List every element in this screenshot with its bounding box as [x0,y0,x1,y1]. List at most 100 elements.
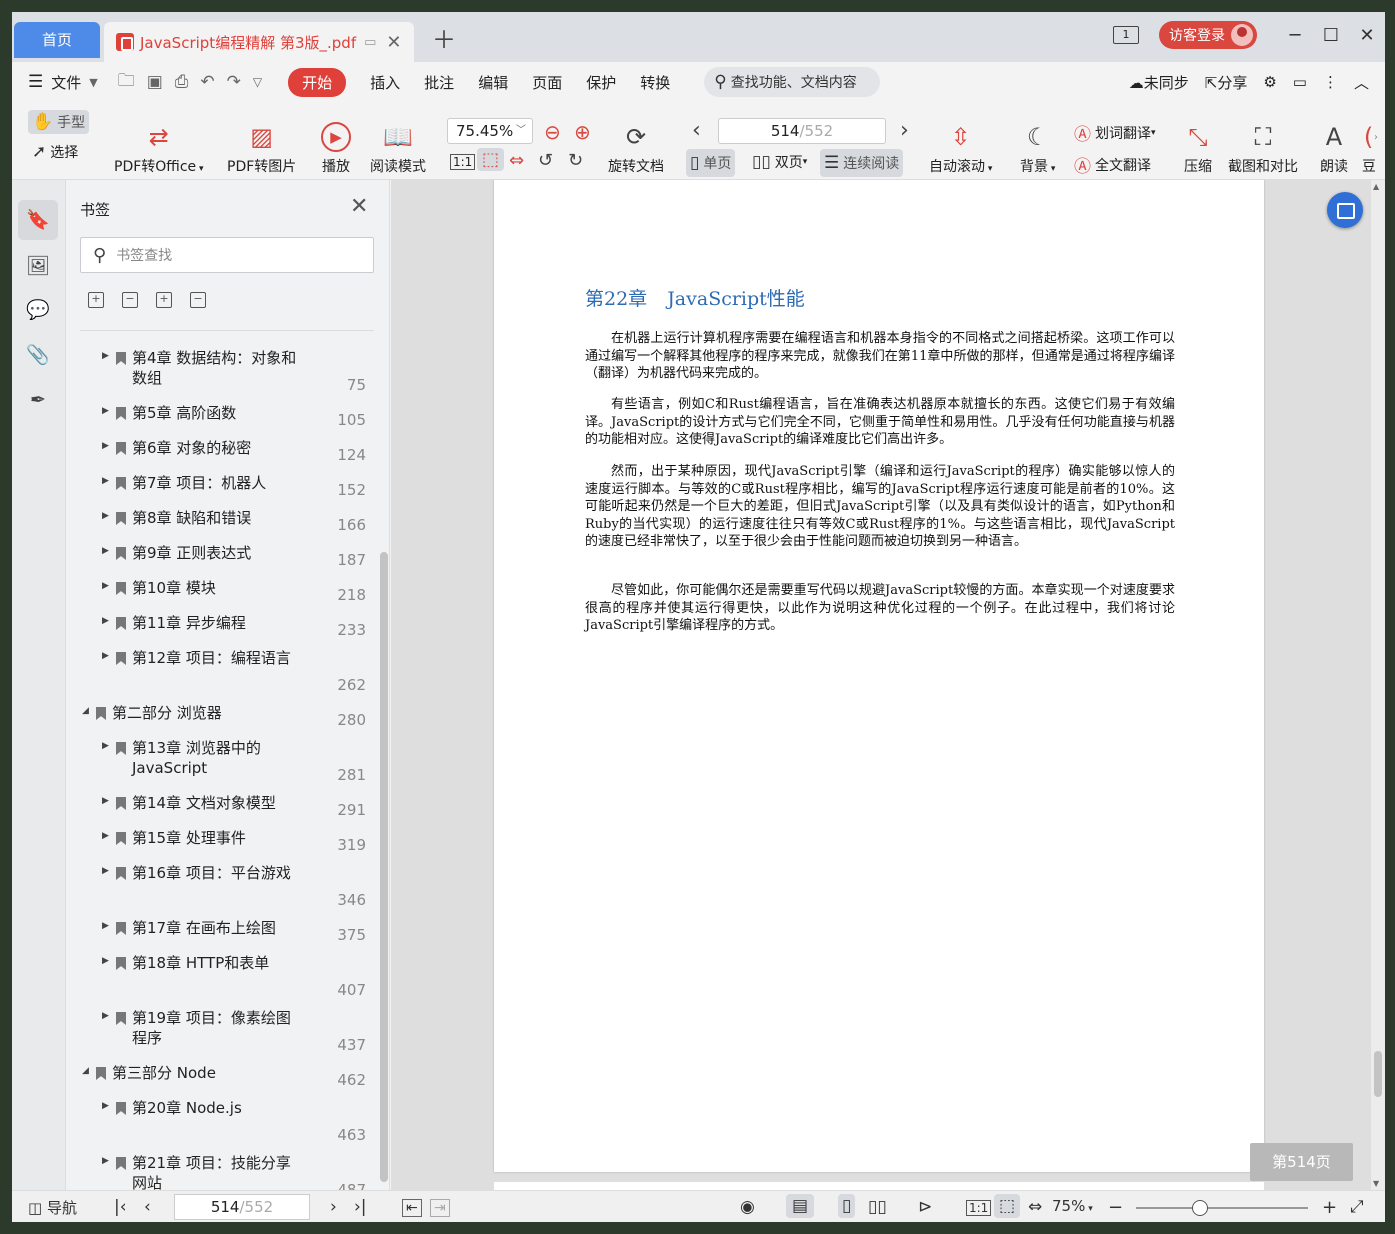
menu-annotate[interactable]: 批注 [424,72,454,93]
collapsed-arrow-icon[interactable]: ▶ [102,351,109,361]
menu-start[interactable]: 开始 [288,67,347,97]
scrollbar-thumb[interactable] [1374,1051,1382,1097]
bookmark-item[interactable]: ▶ 第11章 异步编程 233 [66,610,372,645]
tab-home[interactable]: 首页 [14,22,100,58]
redo-icon[interactable]: ↷ [227,72,241,92]
bookmark-item[interactable]: ▶ 第19章 项目：像素绘图程序 437 [66,1005,372,1060]
collapsed-arrow-icon[interactable]: ▶ [102,511,109,521]
menu-file[interactable]: ☰ 文件 ▼ [28,72,98,93]
next-page-icon[interactable]: › [900,118,909,143]
menu-edit[interactable]: 编辑 [478,72,508,93]
menu-protect[interactable]: 保护 [586,72,616,93]
collapsed-arrow-icon[interactable]: ▶ [102,616,109,626]
zoom-out-icon[interactable]: ⊖ [544,120,561,144]
double-page-status-icon[interactable]: ▯▯ [868,1197,887,1217]
collapsed-arrow-icon[interactable]: ▶ [102,1101,109,1111]
thumbnail-icon[interactable]: 🖼 [18,246,58,286]
background-button[interactable]: ☾ 背景 ▾ [1020,122,1055,176]
status-page-input[interactable]: 514/552 [174,1194,310,1220]
status-zoom-select[interactable]: 75% ▾ [1052,1197,1093,1215]
bookmark-item[interactable]: ▶ 第8章 缺陷和错误 166 [66,505,372,540]
zoom-slider-handle[interactable] [1192,1200,1208,1216]
zoom-slider[interactable] [1136,1207,1308,1209]
collapsed-arrow-icon[interactable]: ▶ [102,921,109,931]
single-page-button[interactable]: ▯ 单页 [686,149,736,177]
zoom-in-status-icon[interactable]: + [1322,1197,1337,1218]
panel-scrollbar[interactable] [380,552,388,1182]
more-vertical-icon[interactable]: ⋮ [1323,73,1338,91]
more-tools-button[interactable]: (豆 [1362,122,1375,176]
bookmark-item[interactable]: ▶ 第4章 数据结构：对象和数组 75 [66,345,372,400]
pdf-to-image-button[interactable]: ▨ PDF转图片 [227,122,296,176]
scroll-up-icon[interactable]: ▲ [1373,182,1379,191]
full-translate-button[interactable]: Ⓐ 全文翻译 [1074,152,1151,177]
actual-size-status-icon[interactable]: 1:1 [966,1200,992,1216]
rotate-document-button[interactable]: ⟳ 旋转文档 [608,122,664,176]
play-status-icon[interactable]: ⊳ [918,1197,932,1217]
compress-button[interactable]: ⤡ 压缩 [1182,122,1214,176]
collapsed-arrow-icon[interactable]: ▶ [102,956,109,966]
rotate-right-icon[interactable]: ↻ [568,150,583,171]
guest-login-button[interactable]: 访客登录 [1159,21,1257,49]
continuous-read-button[interactable]: ☰ 连续阅读 [820,149,904,177]
bookmark-item[interactable]: ▶ 第13章 浏览器中的JavaScript 281 [66,735,372,790]
fullscreen-icon[interactable]: ⤢ [1350,1197,1364,1217]
collapsed-arrow-icon[interactable]: ▶ [102,476,109,486]
bookmark-panel-icon[interactable]: 🔖 [18,200,58,240]
bookmark-item[interactable]: ▶ 第9章 正则表达式 187 [66,540,372,575]
toolbar-scroll-right-icon[interactable]: › [1374,132,1378,143]
collapsed-arrow-icon[interactable]: ▶ [102,1011,109,1021]
zoom-in-icon[interactable]: ⊕ [574,120,591,144]
fit-page-status-icon[interactable]: ⬚ [994,1194,1021,1218]
auto-scroll-button[interactable]: ⇳ 自动滚动 ▾ [929,122,992,176]
collapsed-arrow-icon[interactable]: ▶ [102,866,109,876]
bookmark-item[interactable]: ▶ 第10章 模块 218 [66,575,372,610]
bookmark-item[interactable]: ▶ 第20章 Node.js 463 [66,1095,372,1150]
expand-all-icon[interactable]: + [88,292,104,308]
collapsed-arrow-icon[interactable]: ▶ [102,831,109,841]
bookmark-item[interactable]: ◢ 第三部分 Node 462 [66,1060,372,1095]
bookmark-item[interactable]: ▶ 第15章 处理事件 319 [66,825,372,860]
bookmark-item[interactable]: ▶ 第6章 对象的秘密 124 [66,435,372,470]
prev-page-icon[interactable]: ‹ [144,1197,151,1217]
zoom-out-status-icon[interactable]: − [1108,1197,1123,1218]
undo-icon[interactable]: ↶ [200,72,214,92]
bookmark-item[interactable]: ▶ 第7章 项目：机器人 152 [66,470,372,505]
read-aloud-button[interactable]: A 朗读 [1318,122,1350,176]
save-icon[interactable]: ▣ [147,72,163,92]
scroll-down-icon[interactable]: ▼ [1373,1179,1379,1188]
close-panel-icon[interactable]: ✕ [350,194,368,219]
eye-protection-icon[interactable]: ◉ [740,1197,755,1217]
navigation-toggle[interactable]: ◫ 导航 [28,1197,77,1218]
menu-convert[interactable]: 转换 [640,72,670,93]
menu-page[interactable]: 页面 [532,72,562,93]
maximize-icon[interactable]: ☐ [1313,25,1349,46]
tab-document[interactable]: JavaScript编程精解 第3版_.pdf ▭ ✕ [104,22,414,62]
collapsed-arrow-icon[interactable]: ▶ [102,741,109,751]
word-translate-button[interactable]: Ⓐ 划词翻译 ▾ [1074,120,1156,145]
previous-page-icon[interactable]: ‹ [692,118,701,143]
close-tab-icon[interactable]: ✕ [386,32,401,53]
comment-icon[interactable]: ▭ [1293,73,1307,91]
share-button[interactable]: ⇱分享 [1205,72,1248,93]
print-icon[interactable]: ⎙ [175,72,189,92]
settings-gear-icon[interactable]: ⚙ [1263,73,1276,91]
page-number-input[interactable]: 514/552 [718,118,886,144]
hand-tool-button[interactable]: ✋ 手型 [28,110,90,134]
bookmark-item[interactable]: ▶ 第12章 项目：编程语言 262 [66,645,372,700]
close-window-icon[interactable]: ✕ [1349,25,1385,46]
play-button[interactable]: ▶ 播放 [321,122,351,176]
read-mode-button[interactable]: 📖 阅读模式 [370,122,426,176]
annotation-list-icon[interactable]: 💬 [18,290,58,330]
delete-bookmark-icon[interactable]: − [190,292,206,308]
forward-view-icon[interactable]: ⇥ [430,1199,450,1217]
first-page-icon[interactable]: |‹ [114,1197,127,1217]
double-page-button[interactable]: ▯▯ 双页 ▾ [752,152,807,172]
bookmark-item[interactable]: ◢ 第二部分 浏览器 280 [66,700,372,735]
select-tool-button[interactable]: ➚ 选择 [32,142,78,162]
signature-icon[interactable]: ✒ [18,380,58,420]
collapsed-arrow-icon[interactable]: ▶ [102,1156,109,1166]
sync-button[interactable]: ☁未同步 [1129,72,1189,93]
collapse-all-icon[interactable]: − [122,292,138,308]
collapsed-arrow-icon[interactable]: ▶ [102,581,109,591]
